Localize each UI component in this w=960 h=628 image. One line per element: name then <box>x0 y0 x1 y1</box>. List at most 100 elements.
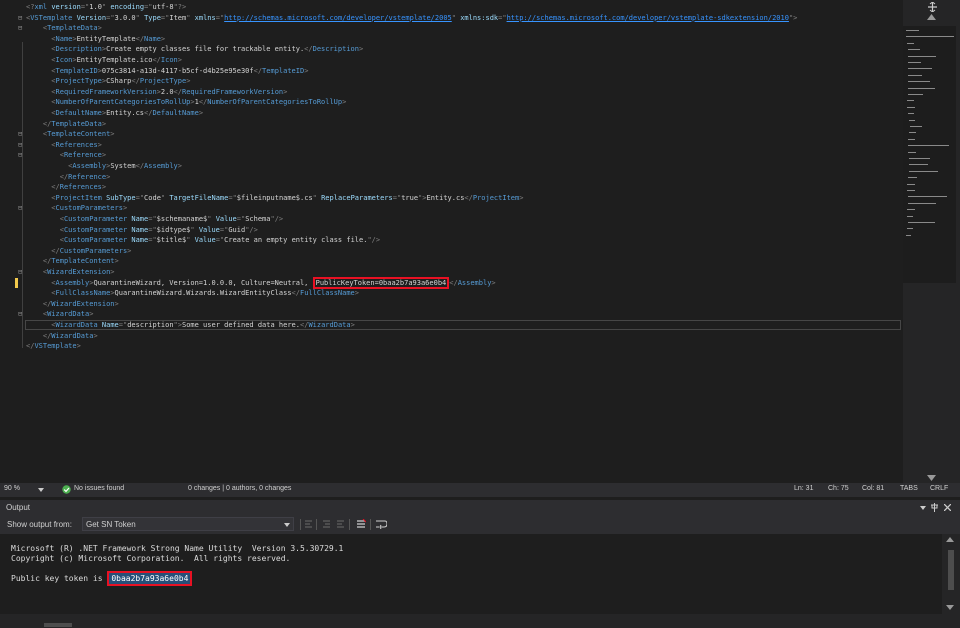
code-line[interactable]: </VSTemplate> <box>0 341 903 352</box>
code-token: "/> <box>245 225 258 234</box>
code-token: QuarantineWizard, Version=1.0.0.0, Cultu… <box>93 278 313 287</box>
scroll-up-icon[interactable] <box>927 14 936 20</box>
code-line[interactable]: </WizardData> <box>0 331 903 342</box>
code-line[interactable]: <ProjectItem SubType="Code" TargetFileNa… <box>0 193 903 204</box>
code-line[interactable]: <TemplateID>075c3814-a13d-4117-b5cf-d4b2… <box>0 66 903 77</box>
code-line[interactable]: <?xml version="1.0" encoding="utf-8"?> <box>0 2 903 13</box>
code-text: <ProjectItem SubType="Code" TargetFileNa… <box>26 193 523 204</box>
close-icon[interactable] <box>944 504 951 511</box>
collapse-icon[interactable]: ⊟ <box>18 13 26 24</box>
code-line[interactable]: <CustomParameter Name="$idtype$" Value="… <box>0 225 903 236</box>
collapse-icon[interactable]: ⊟ <box>18 267 26 278</box>
scroll-down-icon[interactable] <box>946 605 954 610</box>
collapse-icon[interactable]: ⊟ <box>18 129 26 140</box>
code-line[interactable]: </CustomParameters> <box>0 246 903 257</box>
minimap-line <box>909 126 923 127</box>
git-changes-status[interactable]: 0 changes | 0 authors, 0 changes <box>188 485 291 492</box>
code-text: <RequiredFrameworkVersion>2.0</RequiredF… <box>26 87 287 98</box>
minimap-line <box>908 94 923 95</box>
code-token: > <box>160 34 166 43</box>
code-line[interactable]: <Assembly>QuarantineWizard, Version=1.0.… <box>0 276 903 289</box>
toolbar-separator <box>316 519 317 530</box>
code-token: WizardExtension <box>51 299 115 308</box>
code-token: DefaultName <box>152 109 199 117</box>
code-token: > <box>177 162 182 170</box>
minimap[interactable] <box>903 26 956 283</box>
chevron-down-icon[interactable] <box>920 506 926 510</box>
code-token: > <box>198 109 204 117</box>
tabs-indicator[interactable]: TABS <box>900 485 918 492</box>
code-token: TemplateID <box>262 66 305 75</box>
split-icon[interactable] <box>928 2 937 12</box>
code-token: Description <box>55 45 102 54</box>
code-line[interactable]: ⊟ <WizardExtension> <box>0 267 903 278</box>
code-line[interactable]: <Name>EntityTemplate</Name> <box>0 34 903 45</box>
word-wrap-icon[interactable] <box>376 519 387 529</box>
code-text: <TemplateID>075c3814-a13d-4117-b5cf-d4b2… <box>26 66 308 77</box>
code-token: Version <box>76 13 107 22</box>
collapse-icon[interactable]: ⊟ <box>18 23 26 34</box>
code-line[interactable]: ⊟ <References> <box>0 140 903 151</box>
minimap-viewport[interactable] <box>903 26 956 283</box>
code-line[interactable]: <DefaultName>Entity.cs</DefaultName> <box>0 108 903 119</box>
code-line[interactable]: ⊟ <CustomParameters> <box>0 203 903 214</box>
code-line[interactable]: <Description>Create empty classes file f… <box>0 44 903 55</box>
output-text-area[interactable]: Microsoft (R) .NET Framework Strong Name… <box>0 534 942 614</box>
scroll-down-icon[interactable] <box>927 475 936 481</box>
next-message-icon[interactable] <box>336 520 345 529</box>
code-token: > <box>283 87 288 96</box>
code-text: </References> <box>26 182 106 193</box>
code-line[interactable]: <NumberOfParentCategoriesToRollUp>1</Num… <box>0 97 903 108</box>
code-token: > <box>304 66 309 75</box>
code-token: </ <box>51 183 60 192</box>
find-message-icon[interactable] <box>304 520 313 529</box>
code-text: <CustomParameters> <box>26 203 127 214</box>
collapse-icon[interactable]: ⊟ <box>18 140 26 151</box>
code-line[interactable]: </References> <box>0 182 903 193</box>
code-line[interactable]: ⊟ <WizardData> <box>0 309 903 320</box>
clear-all-icon[interactable] <box>356 519 366 529</box>
change-marker <box>15 277 18 288</box>
code-line[interactable]: <Icon>EntityTemplate.ico</Icon> <box>0 55 903 66</box>
code-line[interactable]: ⊟ <TemplateContent> <box>0 129 903 140</box>
collapse-icon[interactable]: ⊟ <box>18 309 26 320</box>
line-ending[interactable]: CRLF <box>930 485 948 492</box>
code-line[interactable]: <RequiredFrameworkVersion>2.0</RequiredF… <box>0 87 903 98</box>
code-token: Create empty classes file for trackable … <box>106 45 305 54</box>
previous-message-icon[interactable] <box>322 520 331 529</box>
output-source-dropdown[interactable]: Get SN Token <box>82 517 294 531</box>
code-line[interactable]: </TemplateContent> <box>0 256 903 267</box>
output-horizontal-scrollbar[interactable] <box>0 614 960 628</box>
code-line[interactable]: <CustomParameter Name="$title$" Value="C… <box>0 235 903 246</box>
code-line[interactable]: </Reference> <box>0 172 903 183</box>
code-text: <FullClassName>QuarantineWizard.Wizards.… <box>26 288 359 299</box>
code-line[interactable]: ⊟ <VSTemplate Version="3.0.0" Type="Item"… <box>0 13 903 24</box>
code-line[interactable]: <FullClassName>QuarantineWizard.Wizards.… <box>0 288 903 299</box>
code-token: > <box>97 24 102 33</box>
scroll-thumb[interactable] <box>948 550 954 590</box>
code-line[interactable]: </WizardExtension> <box>0 299 903 310</box>
code-line[interactable]: ⊟ <Reference> <box>0 150 903 161</box>
code-line[interactable]: <CustomParameter Name="$schemaname$" Val… <box>0 214 903 225</box>
code-token: > <box>491 278 496 287</box>
collapse-icon[interactable]: ⊟ <box>18 203 26 214</box>
code-token: WizardData <box>47 310 90 319</box>
chevron-down-icon[interactable] <box>38 488 44 492</box>
code-token: NumberOfParentCategoriesToRollUp <box>207 98 343 107</box>
code-token: > <box>97 140 102 149</box>
zoom-level[interactable]: 90 % <box>4 485 20 492</box>
code-line[interactable]: <WizardData Name="description">Some user… <box>0 320 903 331</box>
code-editor[interactable]: <?xml version="1.0" encoding="utf-8"?> ⊟ <… <box>0 0 903 483</box>
code-line[interactable]: ⊟ <TemplateData> <box>0 23 903 34</box>
code-line[interactable]: </TemplateData> <box>0 119 903 130</box>
scroll-up-icon[interactable] <box>946 537 954 542</box>
code-line[interactable]: <Assembly>System</Assembly> <box>0 161 903 172</box>
output-vertical-scrollbar[interactable] <box>942 534 960 614</box>
pin-icon[interactable] <box>931 503 938 512</box>
code-line[interactable]: <ProjectType>CSharp</ProjectType> <box>0 76 903 87</box>
issues-status[interactable]: No issues found <box>74 485 124 492</box>
code-token: Name <box>131 225 149 234</box>
scroll-thumb[interactable] <box>44 623 72 627</box>
code-text: <CustomParameter Name="$idtype$" Value="… <box>26 225 258 236</box>
collapse-icon[interactable]: ⊟ <box>18 150 26 161</box>
